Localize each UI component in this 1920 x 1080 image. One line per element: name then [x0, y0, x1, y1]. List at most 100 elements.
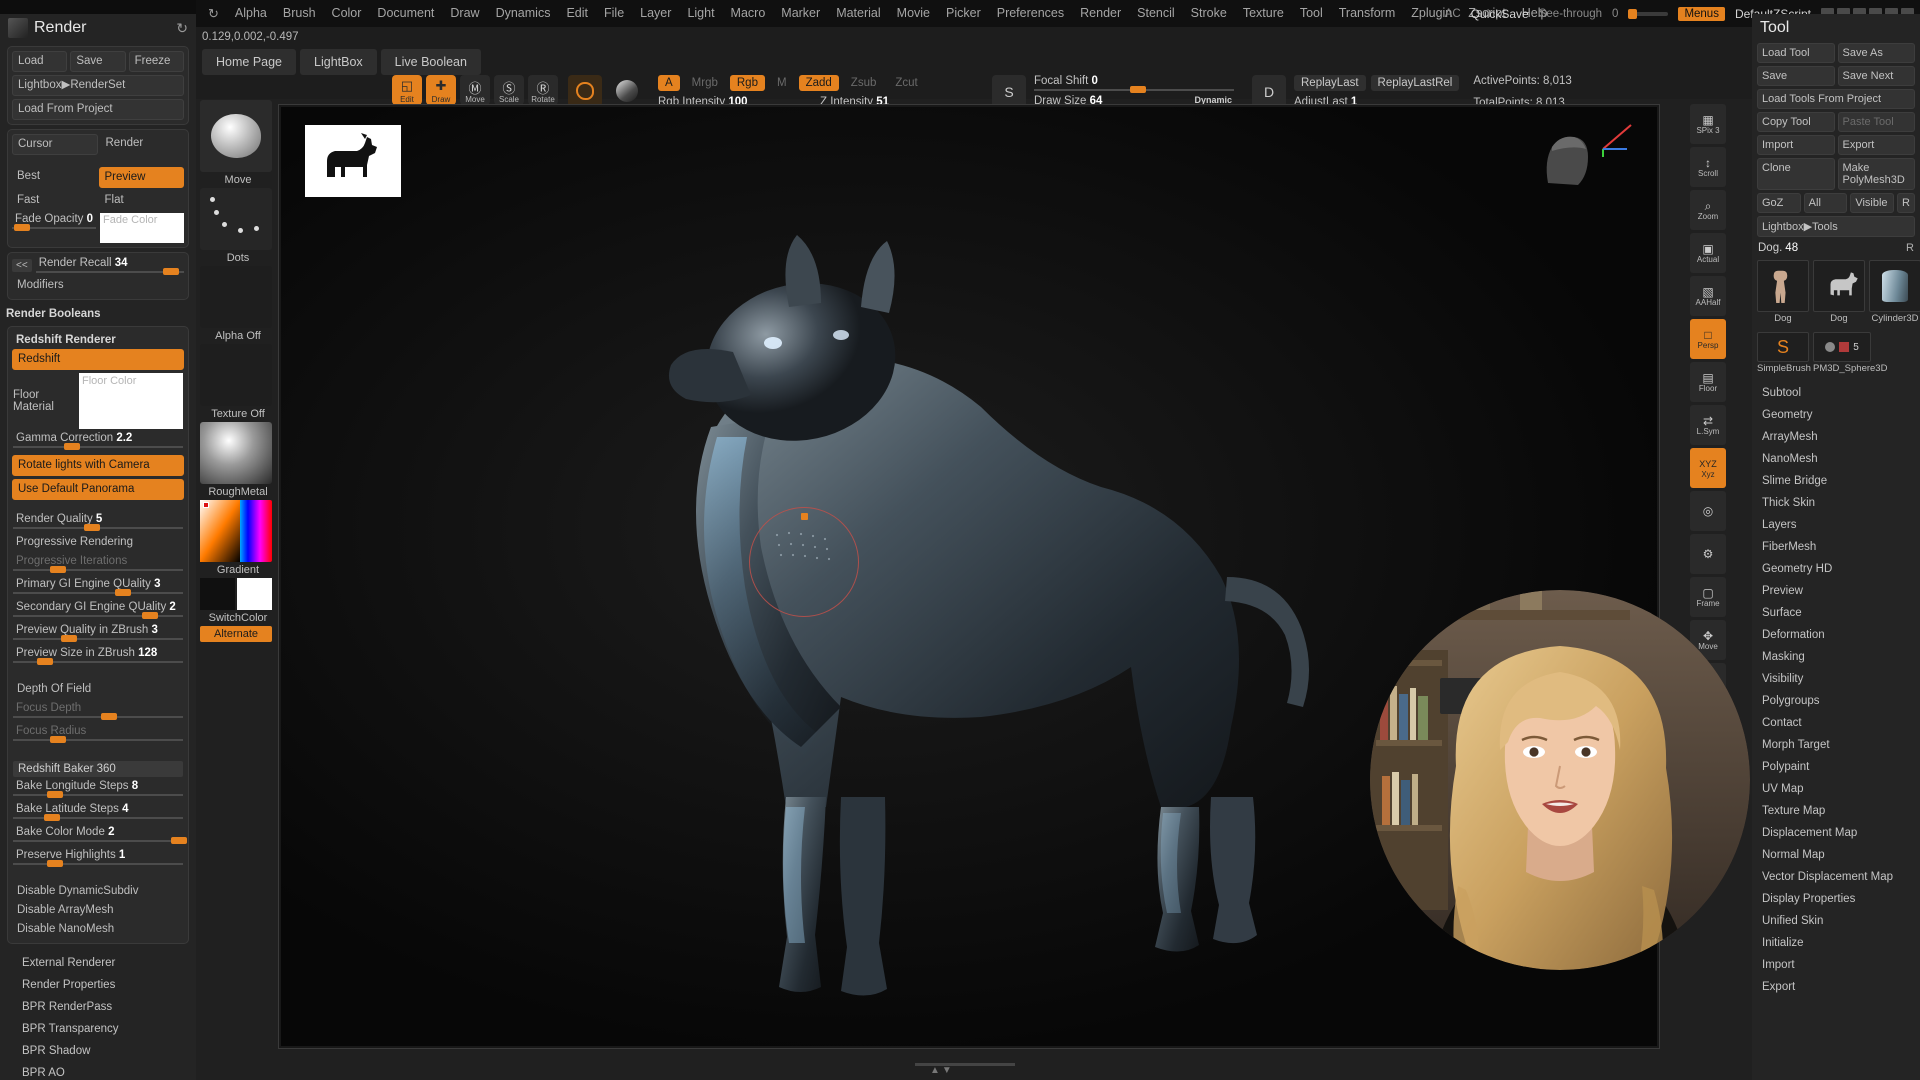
zadd-button[interactable]: Zadd: [799, 75, 839, 91]
render-button[interactable]: Render: [101, 134, 185, 155]
tool-section-export[interactable]: Export: [1752, 976, 1920, 998]
shelf-scroll-button[interactable]: ↕ Scroll: [1690, 147, 1726, 187]
tool-section-texture-map[interactable]: Texture Map: [1752, 800, 1920, 822]
submenu-bpr-transparency[interactable]: BPR Transparency: [0, 1018, 196, 1040]
render-recall-slider[interactable]: [36, 271, 184, 273]
preview-button[interactable]: Preview: [99, 167, 185, 188]
submenu-bpr-renderpass[interactable]: BPR RenderPass: [0, 996, 196, 1018]
replay-last-button[interactable]: ReplayLast: [1294, 75, 1366, 91]
edit-mode-button[interactable]: ◱ Edit: [392, 75, 422, 105]
load-from-project-button[interactable]: Load From Project: [12, 99, 184, 120]
load-tools-from-project-button[interactable]: Load Tools From Project: [1757, 89, 1915, 109]
make-polymesh3d-button[interactable]: Make PolyMesh3D: [1838, 158, 1916, 190]
menu-item-render[interactable]: Render: [1072, 0, 1129, 27]
shelf-floor-button[interactable]: ▤ Floor: [1690, 362, 1726, 402]
shelf-spix-button[interactable]: ▦ SPix 3: [1690, 104, 1726, 144]
preserve-highlights-slider[interactable]: [13, 863, 183, 865]
tab-home-page[interactable]: Home Page: [202, 49, 296, 75]
tool-section-initialize[interactable]: Initialize: [1752, 932, 1920, 954]
shelf-settings-button[interactable]: ⚙: [1690, 534, 1726, 574]
tool-section-import[interactable]: Import: [1752, 954, 1920, 976]
focal-shift-slider[interactable]: [1034, 89, 1234, 91]
cursor-button[interactable]: Cursor: [12, 134, 98, 155]
menu-item-edit[interactable]: Edit: [558, 0, 596, 27]
shelf-frame-button[interactable]: ▢ Frame: [1690, 577, 1726, 617]
use-default-panorama-button[interactable]: Use Default Panorama: [12, 479, 184, 500]
goz-all-button[interactable]: All: [1804, 193, 1848, 213]
tool-section-polypaint[interactable]: Polypaint: [1752, 756, 1920, 778]
menu-item-movie[interactable]: Movie: [889, 0, 938, 27]
stroke-thumbnail-dots[interactable]: [200, 188, 272, 250]
lightbox-renderset-button[interactable]: Lightbox▶RenderSet: [12, 75, 184, 96]
shelf-xyz-button[interactable]: XYZ Xyz: [1690, 448, 1726, 488]
tool-section-visibility[interactable]: Visibility: [1752, 668, 1920, 690]
menu-item-transform[interactable]: Transform: [1331, 0, 1404, 27]
tool-section-thick-skin[interactable]: Thick Skin: [1752, 492, 1920, 514]
tool-thumb-simplebrush[interactable]: S SimpleBrush: [1757, 332, 1809, 374]
menu-item-alpha[interactable]: Alpha: [227, 0, 275, 27]
shelf-lsym-button[interactable]: ⇄ L.Sym: [1690, 405, 1726, 445]
submenu-render-properties[interactable]: Render Properties: [0, 974, 196, 996]
recall-prev-button[interactable]: <<: [12, 259, 32, 272]
copy-tool-button[interactable]: Copy Tool: [1757, 112, 1835, 132]
tool-section-subtool[interactable]: Subtool: [1752, 382, 1920, 404]
freeze-button[interactable]: Freeze: [129, 51, 184, 72]
tool-section-arraymesh[interactable]: ArrayMesh: [1752, 426, 1920, 448]
flat-button[interactable]: Flat: [100, 191, 185, 210]
menu-item-texture[interactable]: Texture: [1235, 0, 1292, 27]
gamma-correction-slider[interactable]: [13, 446, 183, 448]
fade-color-swatch[interactable]: Fade Color: [100, 213, 184, 243]
menu-item-stencil[interactable]: Stencil: [1129, 0, 1183, 27]
menu-item-preferences[interactable]: Preferences: [989, 0, 1072, 27]
save-button[interactable]: Save: [70, 51, 125, 72]
render-quality-slider[interactable]: [13, 527, 183, 529]
tool-section-normal-map[interactable]: Normal Map: [1752, 844, 1920, 866]
material-thumbnail-roughmetal[interactable]: [200, 422, 272, 484]
scale-mode-button[interactable]: Ⓢ Scale: [494, 75, 524, 105]
tool-section-slime-bridge[interactable]: Slime Bridge: [1752, 470, 1920, 492]
tool-section-layers[interactable]: Layers: [1752, 514, 1920, 536]
mrgb-button[interactable]: Mrgb: [685, 75, 725, 91]
bake-longitude-slider[interactable]: [13, 794, 183, 796]
save-tool-button[interactable]: Save: [1757, 66, 1835, 86]
paste-tool-button[interactable]: Paste Tool: [1838, 112, 1916, 132]
draw-mode-button[interactable]: ✚ Draw: [426, 75, 456, 105]
depth-of-field-button[interactable]: Depth Of Field: [12, 680, 184, 699]
tab-lightbox[interactable]: LightBox: [300, 49, 377, 75]
tool-section-display-properties[interactable]: Display Properties: [1752, 888, 1920, 910]
menu-refresh-icon[interactable]: ↻: [200, 0, 227, 27]
best-button[interactable]: Best: [12, 167, 96, 188]
menu-item-draw[interactable]: Draw: [442, 0, 487, 27]
replay-last-rel-button[interactable]: ReplayLastRel: [1371, 75, 1460, 91]
menu-item-marker[interactable]: Marker: [773, 0, 828, 27]
secondary-color-swatch[interactable]: [237, 578, 272, 610]
menus-button[interactable]: Menus: [1678, 7, 1725, 21]
alpha-toggle-button[interactable]: A: [658, 75, 680, 91]
tool-section-deformation[interactable]: Deformation: [1752, 624, 1920, 646]
current-brush-swatch[interactable]: [568, 75, 602, 107]
submenu-bpr-ao[interactable]: BPR AO: [0, 1062, 196, 1080]
material-swatch[interactable]: [610, 75, 644, 107]
tool-section-vector-displacement-map[interactable]: Vector Displacement Map: [1752, 866, 1920, 888]
navigation-gizmo[interactable]: [1532, 127, 1602, 197]
save-next-button[interactable]: Save Next: [1838, 66, 1916, 86]
modifiers-button[interactable]: Modifiers: [12, 276, 184, 295]
tool-section-polygroups[interactable]: Polygroups: [1752, 690, 1920, 712]
focus-radius-slider[interactable]: [13, 739, 183, 741]
goz-r-button[interactable]: R: [1897, 193, 1915, 213]
tab-live-boolean[interactable]: Live Boolean: [381, 49, 481, 75]
menu-item-tool[interactable]: Tool: [1292, 0, 1331, 27]
zsub-button[interactable]: Zsub: [844, 75, 884, 91]
preview-size-slider[interactable]: [13, 661, 183, 663]
tool-section-morph-target[interactable]: Morph Target: [1752, 734, 1920, 756]
current-tool-r-button[interactable]: R: [1906, 242, 1914, 254]
redshift-baker-button[interactable]: Redshift Baker 360: [13, 761, 183, 777]
menu-item-color[interactable]: Color: [324, 0, 370, 27]
goz-visible-button[interactable]: Visible: [1850, 193, 1894, 213]
load-button[interactable]: Load: [12, 51, 67, 72]
canvas-scroll-arrows[interactable]: ▲▼: [930, 1065, 954, 1076]
shelf-zoom-button[interactable]: ⌕ Zoom: [1690, 190, 1726, 230]
goz-button[interactable]: GoZ: [1757, 193, 1801, 213]
import-button[interactable]: Import: [1757, 135, 1835, 155]
disable-dynamicsubdiv-button[interactable]: Disable DynamicSubdiv: [12, 882, 184, 901]
